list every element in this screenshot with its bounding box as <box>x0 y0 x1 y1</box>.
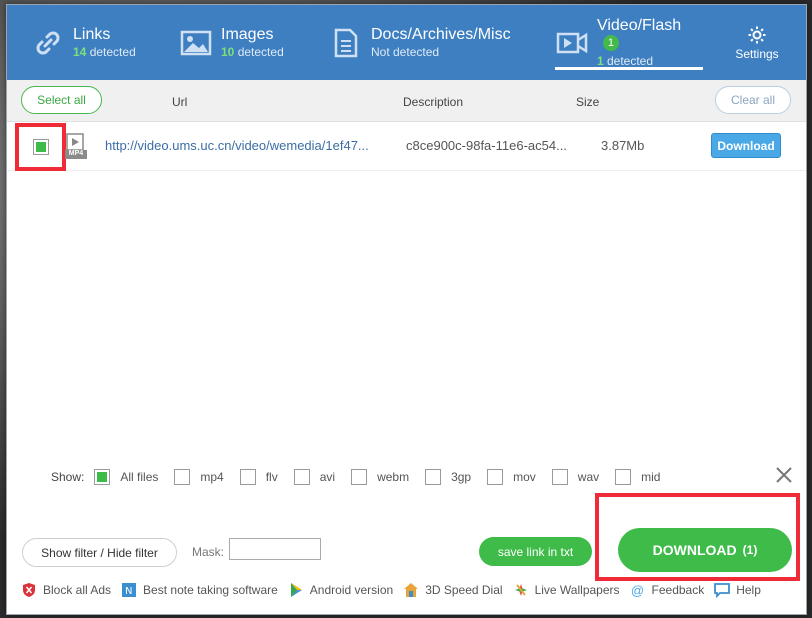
footer-links: Block all Ads N Best note taking softwar… <box>21 581 771 599</box>
footer-link-notes[interactable]: N Best note taking software <box>121 582 278 598</box>
tab-docs-status: Not detected <box>371 44 440 59</box>
select-all-button[interactable]: Select all <box>21 86 102 114</box>
image-icon <box>179 26 213 60</box>
filter-option-label: mp4 <box>200 470 224 484</box>
filter-option-label: 3gp <box>451 470 472 484</box>
mask-label: Mask: <box>192 545 225 559</box>
row-download-button[interactable]: Download <box>711 133 781 158</box>
filter-option-label: All files <box>120 470 159 484</box>
save-link-button[interactable]: save link in txt <box>479 537 592 566</box>
footer-link-label: Best note taking software <box>143 583 278 597</box>
wallpaper-icon <box>513 582 529 598</box>
tab-docs[interactable]: Docs/Archives/Misc Not detected <box>329 5 511 80</box>
footer-link-label: Feedback <box>651 583 705 597</box>
filter-option-flv[interactable]: flv <box>239 469 278 485</box>
house-icon <box>403 582 419 598</box>
filter-checkbox[interactable] <box>615 469 632 485</box>
filter-option-label: mid <box>641 470 661 484</box>
toggle-filter-button[interactable]: Show filter / Hide filter <box>22 538 177 567</box>
filter-checkbox[interactable] <box>94 469 111 485</box>
chat-icon <box>714 582 731 598</box>
filter-checkbox[interactable] <box>174 469 191 485</box>
tab-video-status: detected <box>606 53 654 68</box>
at-icon: @ <box>630 582 645 598</box>
tab-links-title: Links <box>73 25 111 43</box>
column-description: Description <box>403 95 464 109</box>
table-row[interactable]: MP4 http://video.ums.uc.cn/video/wemedia… <box>7 123 806 171</box>
settings-button[interactable]: Settings <box>727 25 787 61</box>
downloader-popup: Links 14 detected Images 10 detected Doc… <box>6 4 807 615</box>
tab-docs-title: Docs/Archives/Misc <box>371 25 511 43</box>
tab-images-title: Images <box>221 25 274 43</box>
file-type-label: MP4 <box>68 150 84 157</box>
file-description: c8ce900c-98fa-11e6-ac54... <box>406 138 567 153</box>
tab-links[interactable]: Links 14 detected <box>31 5 136 80</box>
filter-bar: Show: All files mp4 flv avi webm 3gp mov… <box>51 468 676 486</box>
footer-link-wallpapers[interactable]: Live Wallpapers <box>513 582 620 598</box>
filter-option-label: flv <box>265 470 278 484</box>
tab-video-title: Video/Flash <box>596 16 682 34</box>
filter-checkbox[interactable] <box>351 469 368 485</box>
footer-link-block-ads[interactable]: Block all Ads <box>21 582 111 598</box>
link-icon <box>31 26 65 60</box>
highlight-box-download <box>595 493 800 581</box>
footer-link-help[interactable]: Help <box>714 582 761 598</box>
filter-checkbox[interactable] <box>425 469 442 485</box>
mp4-file-icon: MP4 <box>65 133 87 159</box>
footer-link-label: 3D Speed Dial <box>425 583 503 597</box>
note-icon: N <box>121 582 137 598</box>
footer-link-label: Help <box>736 583 761 597</box>
highlight-box-checkbox <box>15 123 66 171</box>
filter-option-3gp[interactable]: 3gp <box>425 469 471 485</box>
settings-label: Settings <box>735 47 779 61</box>
video-camera-icon <box>555 26 589 60</box>
filter-checkbox[interactable] <box>239 469 256 485</box>
filter-option-mid[interactable]: mid <box>615 469 660 485</box>
tab-links-count: 14 <box>73 44 87 59</box>
footer-link-speed-dial[interactable]: 3D Speed Dial <box>403 582 503 598</box>
tab-video-count: 1 <box>596 53 604 68</box>
play-store-icon <box>288 582 304 598</box>
document-icon <box>329 26 363 60</box>
svg-text:N: N <box>125 586 132 597</box>
file-url[interactable]: http://video.ums.uc.cn/video/wemedia/1ef… <box>105 138 369 153</box>
filter-checkbox[interactable] <box>487 469 504 485</box>
footer-link-label: Live Wallpapers <box>534 583 620 597</box>
gear-icon <box>727 25 787 45</box>
filter-option-webm[interactable]: webm <box>351 469 409 485</box>
footer-link-label: Android version <box>309 583 394 597</box>
filter-label: Show: <box>51 470 85 484</box>
clear-all-button[interactable]: Clear all <box>715 86 791 114</box>
filter-checkbox[interactable] <box>293 469 310 485</box>
footer-link-feedback[interactable]: @ Feedback <box>630 582 705 598</box>
filter-option-all[interactable]: All files <box>94 469 158 485</box>
filter-option-label: avi <box>319 470 336 484</box>
header-tabs: Links 14 detected Images 10 detected Doc… <box>7 5 806 80</box>
filter-option-label: mov <box>513 470 536 484</box>
column-header-bar: Select all Url Description Size Clear al… <box>7 80 806 122</box>
shield-icon <box>21 582 37 598</box>
filter-option-avi[interactable]: avi <box>293 469 336 485</box>
column-url: Url <box>172 95 188 109</box>
tab-images[interactable]: Images 10 detected <box>179 5 284 80</box>
tab-video[interactable]: Video/Flash1 1 detected <box>555 5 703 80</box>
tab-images-count: 10 <box>221 44 235 59</box>
tab-video-badge: 1 <box>602 34 619 51</box>
tab-links-status: detected <box>89 44 136 59</box>
close-filter-icon[interactable] <box>775 466 793 484</box>
column-size: Size <box>576 95 600 109</box>
filter-option-mp4[interactable]: mp4 <box>174 469 224 485</box>
filter-option-label: webm <box>377 470 410 484</box>
tab-images-status: detected <box>237 44 284 59</box>
mask-input[interactable] <box>229 538 321 560</box>
filter-option-mov[interactable]: mov <box>487 469 536 485</box>
footer-link-android[interactable]: Android version <box>288 582 393 598</box>
file-size: 3.87Mb <box>601 138 645 153</box>
footer-link-label: Block all Ads <box>43 583 112 597</box>
filter-option-wav[interactable]: wav <box>551 469 600 485</box>
filter-checkbox[interactable] <box>551 469 568 485</box>
filter-option-label: wav <box>577 470 600 484</box>
